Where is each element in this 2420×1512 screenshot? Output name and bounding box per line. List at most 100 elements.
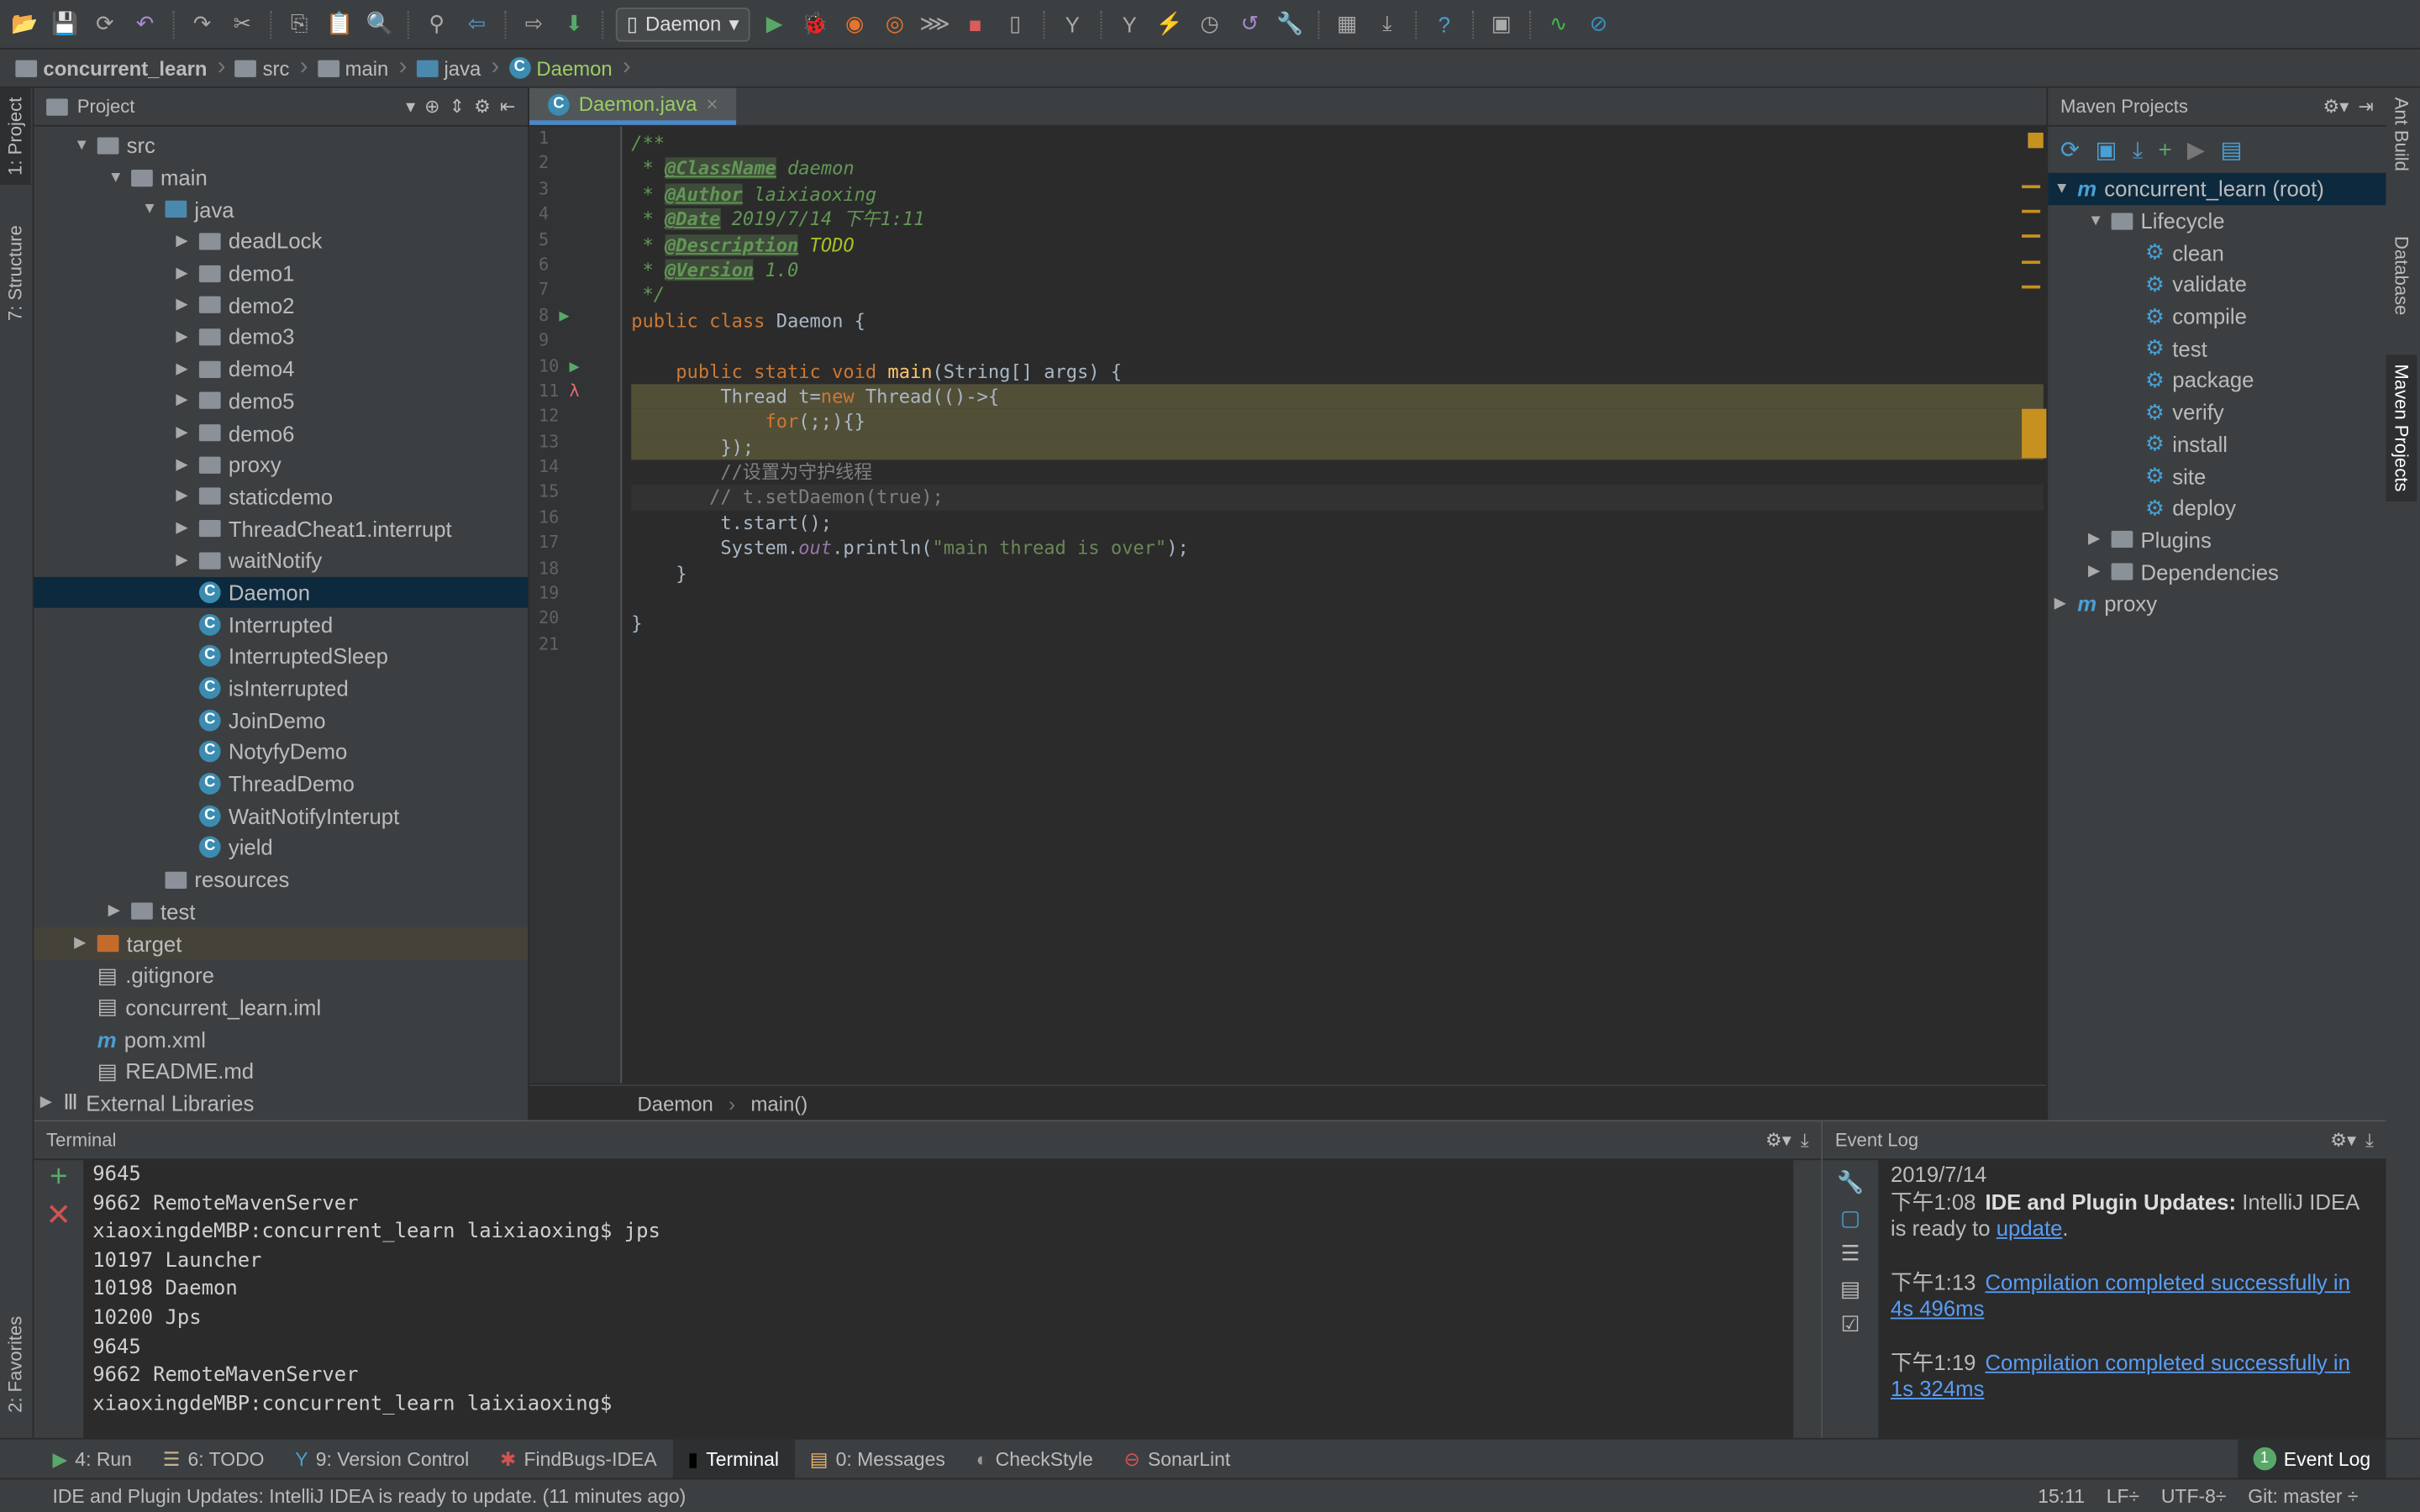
tree-item-proxy[interactable]: ▶ proxy [34, 449, 528, 480]
run-configuration-select[interactable]: ▯ Daemon ▾ [615, 7, 750, 41]
encoding[interactable]: UTF-8÷ [2161, 1485, 2227, 1507]
gear-icon[interactable]: ⚙ [474, 96, 491, 118]
tree-item-interrupted[interactable]: C Interrupted [34, 608, 528, 640]
tree-item-java[interactable]: ▼ java [34, 193, 528, 225]
tree-item-isinterrupted[interactable]: CisInterrupted [34, 672, 528, 704]
event-log-button[interactable]: 1 Event Log [2237, 1438, 2386, 1479]
tree-item-lifecycle[interactable]: ▼ Lifecycle [2048, 205, 2386, 237]
vcs-commit-icon[interactable]: Y [1114, 8, 1145, 39]
terminal-scrollbar[interactable] [1793, 1160, 1822, 1440]
tree-item-validate[interactable]: ⚙ validate [2048, 269, 2386, 301]
stop-icon[interactable]: ■ [960, 8, 991, 39]
forward-icon[interactable]: ⇨ [518, 8, 550, 39]
redo-icon[interactable]: ↷ [187, 8, 218, 39]
crumb-method[interactable]: main() [751, 1091, 808, 1115]
tree-item-demo5[interactable]: ▶ demo5 [34, 385, 528, 417]
tree-item-src[interactable]: ▼ src [34, 129, 528, 161]
tab-structure[interactable]: 7: Structure [0, 216, 31, 330]
collapse-icon[interactable]: ⇕ [450, 96, 465, 118]
tree-item-verify[interactable]: ⚙ verify [2048, 396, 2386, 428]
structure-icon[interactable]: ▦ [1332, 8, 1363, 39]
tree-item-interruptedsleep[interactable]: C InterruptedSleep [34, 640, 528, 672]
tab-daemon-java[interactable]: C Daemon.java × [529, 87, 737, 125]
tree-item-target[interactable]: ▶ target [34, 927, 529, 960]
breadcrumb-daemon[interactable]: C Daemon [508, 54, 634, 81]
attach-icon[interactable]: ▯ [1000, 8, 1031, 39]
copy-icon[interactable]: ⎘ [284, 8, 315, 39]
line-separator[interactable]: LF÷ [2107, 1485, 2139, 1507]
vcs-compare-icon[interactable]: ⚡ [1155, 8, 1186, 39]
settings-icon[interactable]: 🔧 [1837, 1169, 1864, 1195]
tree-item-waitnotify[interactable]: ▶ waitNotify [34, 544, 528, 576]
tree-item-notyfydemo[interactable]: C NotyfyDemo [34, 736, 528, 768]
clear-icon[interactable]: ▤ [1840, 1276, 1860, 1302]
group-icon[interactable]: ☰ [1841, 1241, 1860, 1267]
breadcrumb-main[interactable]: main [317, 54, 411, 81]
sync-icon[interactable]: ⟳ [90, 8, 121, 39]
tree-item-external-libraries[interactable]: ▶ Ⅲ External Libraries [34, 1087, 528, 1119]
tree-item-demo4[interactable]: ▶ demo4 [34, 353, 528, 385]
tree-item-yield[interactable]: Cyield [34, 832, 528, 864]
tree-item-demo2[interactable]: ▶ demo2 [34, 289, 528, 321]
tab-maven-projects[interactable]: Maven Projects [2386, 355, 2417, 502]
open-icon[interactable]: 📂 [9, 8, 40, 39]
tree-item-joindemo[interactable]: C JoinDemo [34, 704, 528, 736]
balloon-icon[interactable]: ▢ [1840, 1205, 1860, 1231]
tool-window-0-messages[interactable]: ▤ 0: Messages [794, 1439, 960, 1479]
tab-favorites[interactable]: 2: Favorites [0, 1307, 31, 1422]
tree-item-demo1[interactable]: ▶ demo1 [34, 257, 528, 289]
gear-icon[interactable]: ⚙▾ [1765, 1129, 1791, 1151]
settings-icon[interactable]: 🔧 [1275, 8, 1306, 39]
tab-database[interactable]: Database [2386, 227, 2417, 324]
run-icon[interactable]: ▶ [759, 8, 790, 39]
locate-icon[interactable]: ⊕ [424, 96, 439, 118]
hide-icon[interactable]: ⇤ [500, 96, 515, 118]
gear-icon[interactable]: ⚙▾ [2323, 96, 2349, 118]
gear-icon[interactable]: ⚙▾ [2330, 1129, 2356, 1151]
tab-ant-build[interactable]: Ant Build [2386, 88, 2417, 181]
hide-icon[interactable]: ⤓ [2365, 1129, 2374, 1152]
tree-item-main[interactable]: ▼ main [34, 161, 528, 193]
tree-item-compile[interactable]: ⚙ compile [2048, 301, 2386, 333]
vcs-branch[interactable]: Git: master ÷ [2248, 1485, 2358, 1507]
event-link[interactable]: update [1996, 1215, 2063, 1240]
new-session-icon[interactable]: + [34, 1160, 83, 1195]
run-goal-icon[interactable]: ▶ [2187, 136, 2205, 163]
close-session-icon[interactable]: ✕ [34, 1195, 83, 1234]
tree-item-clean[interactable]: ⚙ clean [2048, 237, 2386, 269]
caret-position[interactable]: 15:11 [2038, 1485, 2085, 1507]
paste-icon[interactable]: 📋 [324, 8, 355, 39]
breadcrumb-src[interactable]: src [234, 54, 312, 81]
tree-item-waitnotifyinterupt[interactable]: C WaitNotifyInterupt [34, 800, 528, 832]
tree-item-dependencies[interactable]: ▶ Dependencies [2048, 556, 2386, 588]
tree-item-test[interactable]: ⚙ test [2048, 333, 2386, 365]
generate-sources-icon[interactable]: ▣ [2095, 136, 2117, 163]
activity-icon[interactable]: ∿ [1543, 8, 1574, 39]
lambda-icon[interactable]: λ [570, 381, 580, 401]
tree-item-demo3[interactable]: ▶ demo3 [34, 321, 528, 353]
tree-item-daemon[interactable]: C Daemon [34, 576, 529, 609]
tree-item-resources[interactable]: resources [34, 864, 528, 895]
tree-item-deploy[interactable]: ⚙ deploy [2048, 492, 2386, 524]
tool-window-findbugs-idea[interactable]: ✱ FindBugs-IDEA [485, 1439, 672, 1479]
run-gutter-icon[interactable]: ▶ [559, 305, 569, 325]
tree-item-concurrent-learn-root-[interactable]: ▼ m concurrent_learn (root) [2048, 172, 2386, 205]
tree-item-pom-xml[interactable]: m pom.xml [34, 1023, 528, 1055]
vcs-history-icon[interactable]: ◷ [1194, 8, 1225, 39]
mark-read-icon[interactable]: ☑ [1841, 1311, 1860, 1337]
block-icon[interactable]: ⊘ [1583, 8, 1614, 39]
close-icon[interactable]: × [706, 92, 718, 116]
find-icon[interactable]: 🔍 [364, 8, 395, 39]
tree-item-concurrent-learn-iml[interactable]: ▤ concurrent_learn.iml [34, 991, 528, 1023]
tree-item-deadlock[interactable]: ▶ deadLock [34, 225, 528, 257]
warning-indicator[interactable] [2028, 132, 2044, 149]
tree-item-proxy[interactable]: ▶ m proxy [2048, 588, 2386, 620]
save-icon[interactable]: 💾 [50, 8, 81, 39]
cut-icon[interactable]: ✂ [227, 8, 258, 39]
code-area[interactable]: /** * @ClassName daemon * @Author laixia… [631, 131, 2044, 662]
tree-item-readme-md[interactable]: ▤ README.md [34, 1055, 528, 1087]
vcs-update-icon[interactable]: Y [1057, 8, 1088, 39]
replace-icon[interactable]: ⚲ [421, 8, 452, 39]
hide-icon[interactable]: ⤓ [1801, 1129, 1809, 1152]
tool-window-4-run[interactable]: ▶ 4: Run [37, 1439, 147, 1479]
